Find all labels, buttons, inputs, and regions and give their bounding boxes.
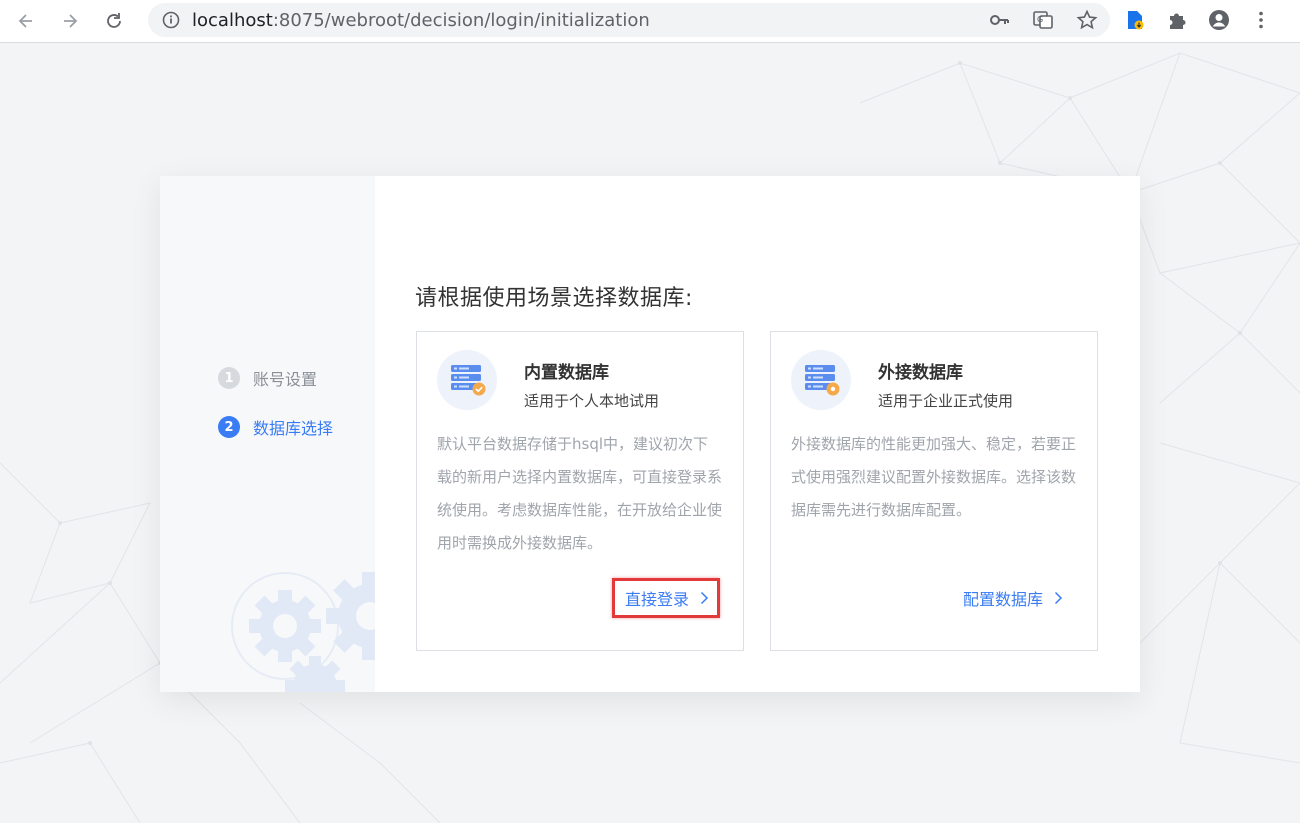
database-check-icon (437, 350, 497, 410)
configure-database-link[interactable]: 配置数据库 (963, 586, 1065, 610)
step-account-setup: 1 账号设置 (218, 366, 317, 390)
step-label: 账号设置 (253, 370, 318, 389)
chevron-right-icon (700, 591, 709, 605)
step-number: 2 (218, 416, 240, 438)
step-database-select: 2 数据库选择 (218, 415, 333, 439)
key-icon[interactable] (988, 9, 1010, 31)
forward-icon[interactable] (56, 7, 84, 35)
svg-text:G: G (1037, 15, 1043, 24)
page-title: 请根据使用场景选择数据库: (415, 286, 693, 311)
card-subtitle: 适用于个人本地试用 (524, 392, 660, 410)
card-description: 外接数据库的性能更加强大、稳定，若要正式使用强烈建议配置外接数据库。选择该数据库… (791, 435, 1077, 519)
profile-icon[interactable] (1208, 9, 1230, 31)
translate-icon[interactable]: G (1032, 9, 1054, 31)
database-gear-icon (791, 350, 851, 410)
reload-icon[interactable] (100, 7, 128, 35)
card-description: 默认平台数据存储于hsql中，建议初次下载的新用户选择内置数据库，可直接登录系统… (437, 435, 723, 552)
action-label: 直接登录 (625, 590, 690, 609)
puzzle-icon[interactable] (1166, 9, 1188, 31)
init-dialog: 1 账号设置 2 数据库选择 请根据使用场景选择数据库: 内置数据库 适用于个人… (160, 176, 1140, 692)
star-icon[interactable] (1076, 9, 1098, 31)
browser-toolbar: localhost:8075/webroot/decision/login/in… (0, 0, 1300, 43)
step-label: 数据库选择 (253, 419, 334, 438)
menu-icon[interactable] (1250, 9, 1272, 31)
builtin-database-card: 内置数据库 适用于个人本地试用 默认平台数据存储于hsql中，建议初次下载的新用… (416, 331, 744, 651)
direct-login-link[interactable]: 直接登录 (625, 586, 711, 610)
card-title: 内置数据库 (524, 363, 609, 383)
external-database-card: 外接数据库 适用于企业正式使用 外接数据库的性能更加强大、稳定，若要正式使用强烈… (770, 331, 1098, 651)
url-text[interactable]: localhost:8075/webroot/decision/login/in… (192, 10, 650, 31)
extension-file-icon[interactable] (1124, 9, 1146, 31)
address-bar[interactable]: localhost:8075/webroot/decision/login/in… (148, 3, 1110, 37)
card-subtitle: 适用于企业正式使用 (878, 392, 1014, 410)
info-icon[interactable] (162, 11, 180, 29)
action-label: 配置数据库 (963, 590, 1044, 609)
step-number: 1 (218, 367, 240, 389)
url-path: :8075/webroot/decision/login/initializat… (272, 9, 650, 31)
gears-decoration-icon (231, 572, 375, 692)
chevron-right-icon (1054, 591, 1063, 605)
steps-sidebar: 1 账号设置 2 数据库选择 (160, 176, 375, 692)
back-icon[interactable] (12, 7, 40, 35)
card-title: 外接数据库 (878, 363, 963, 383)
url-host: localhost (192, 9, 273, 31)
